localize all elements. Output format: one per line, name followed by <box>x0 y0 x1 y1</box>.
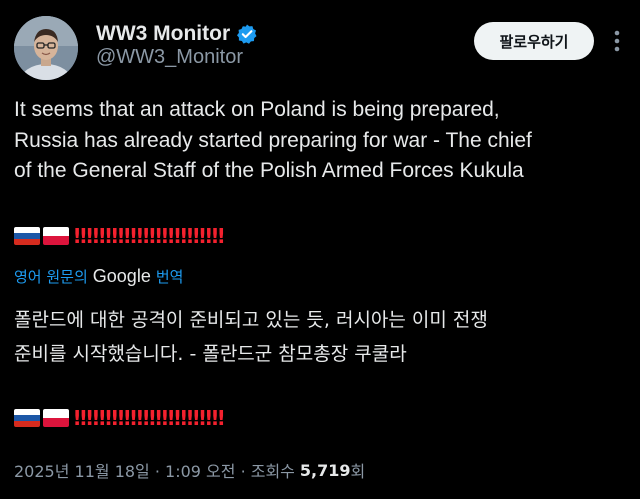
emoji-line: ‼‼‼‼‼‼‼‼‼‼‼‼ <box>14 223 224 249</box>
russia-flag-icon <box>14 227 40 245</box>
translation-attribution[interactable]: 영어 원문의 Google 번역 <box>14 264 183 288</box>
tweet-timestamp[interactable]: 2025년 11월 18일 · 1:09 오전 · 조회수 <box>14 458 295 482</box>
emoji-line-translated: ‼‼‼‼‼‼‼‼‼‼‼‼ <box>14 405 224 431</box>
views-count: 5,719 <box>299 460 351 480</box>
author-display-name[interactable]: WW3 Monitor <box>96 22 230 46</box>
avatar[interactable] <box>14 16 78 80</box>
tweet-card: WW3 Monitor @WW3_Monitor 팔로우하기 It seems … <box>0 0 640 499</box>
author-name-row: WW3 Monitor <box>96 20 258 48</box>
russia-flag-icon <box>14 409 40 427</box>
google-logo: Google <box>92 265 151 286</box>
verified-badge-icon <box>236 23 258 45</box>
tweet-text: It seems that an attack on Poland is bei… <box>14 98 532 182</box>
translated-tweet-text: 폴란드에 대한 공격이 준비되고 있는 듯, 러시아는 이미 전쟁 준비를 시작… <box>14 309 488 365</box>
double-exclamation-emojis: ‼‼‼‼‼‼‼‼‼‼‼‼ <box>74 224 225 248</box>
author-handle[interactable]: @WW3_Monitor <box>96 46 243 69</box>
views-suffix: 회 <box>350 462 366 481</box>
tweet-meta: 2025년 11월 18일 · 1:09 오전 · 조회수 5,719 회 <box>14 456 365 484</box>
more-options-icon[interactable] <box>602 24 632 58</box>
poland-flag-icon <box>43 227 69 245</box>
translate-suffix: 번역 <box>155 267 184 286</box>
poland-flag-icon <box>43 409 69 427</box>
follow-button[interactable]: 팔로우하기 <box>474 22 594 60</box>
translate-prefix: 영어 원문의 <box>14 267 88 286</box>
double-exclamation-emojis: ‼‼‼‼‼‼‼‼‼‼‼‼ <box>74 406 225 430</box>
